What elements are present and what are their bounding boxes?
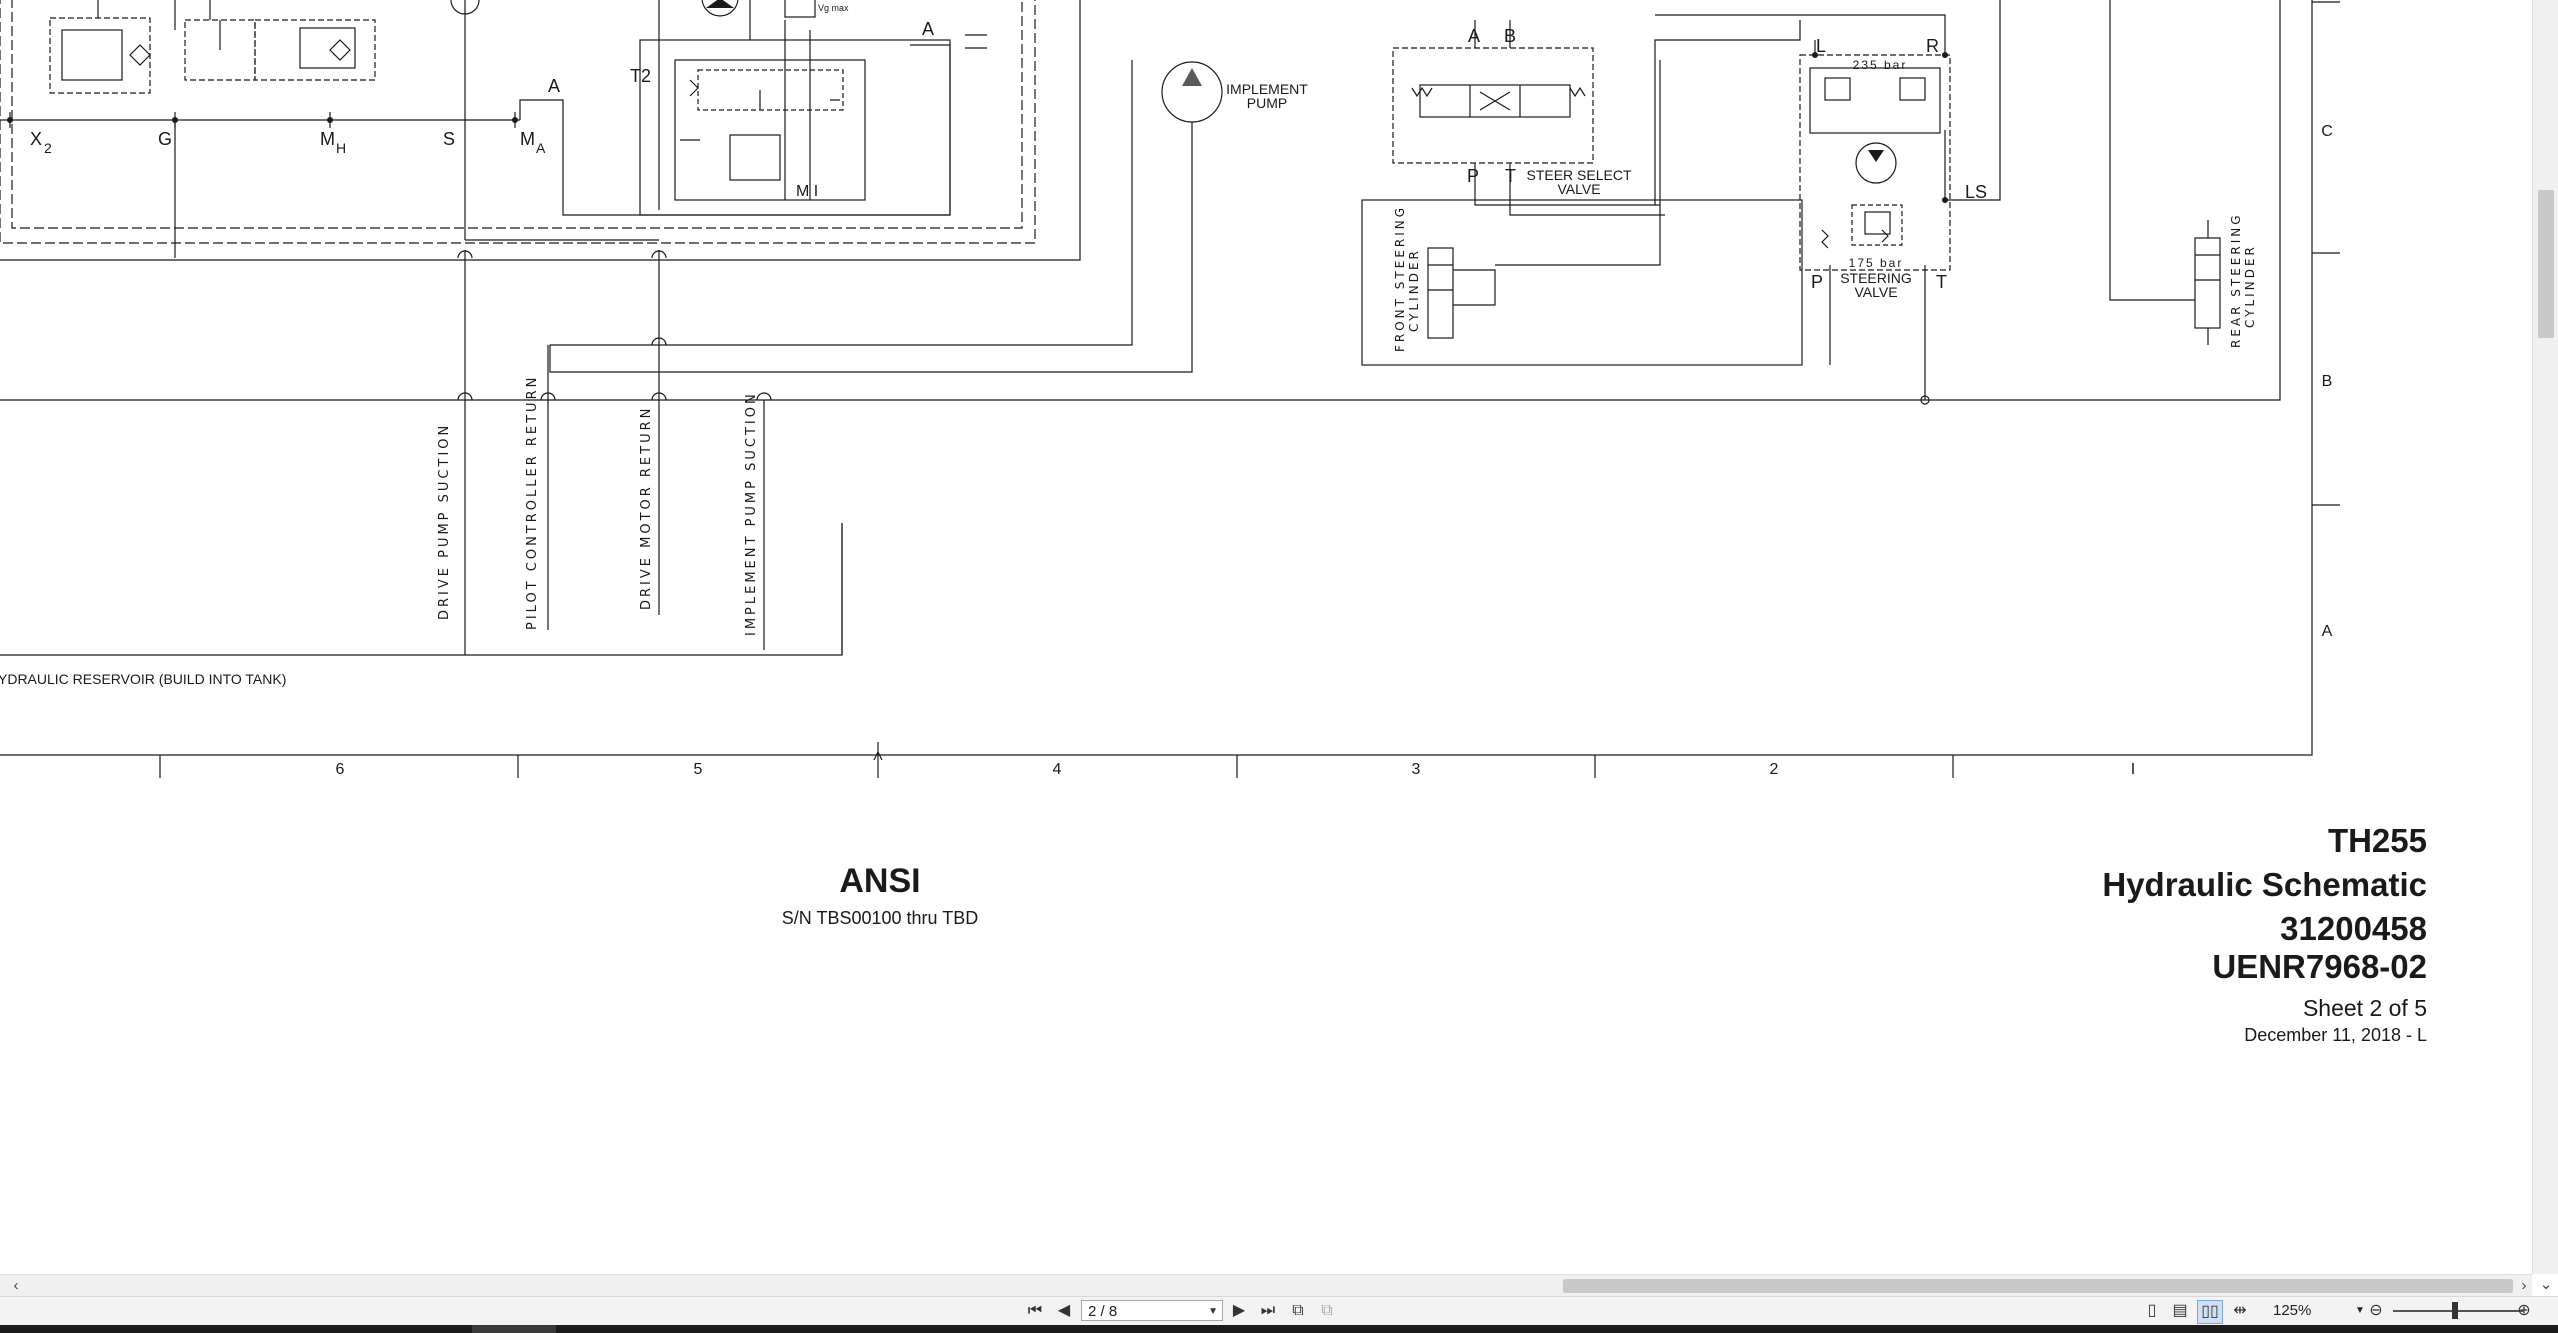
zoom-level-field[interactable]: 125% ▼ [2273, 1300, 2365, 1322]
port-label-g: G [158, 129, 172, 149]
vertical-scrollbar[interactable] [2532, 0, 2558, 1274]
drive-motor-return-label: DRIVE MOTOR RETURN [639, 406, 654, 610]
rear-steering-cylinder-label-1: REAR STEERING [2229, 212, 2243, 348]
zone-row-c: C [2321, 123, 2333, 140]
relief-175-bar: 175 bar [1849, 256, 1904, 270]
zone-col-1: I [2131, 761, 2135, 778]
port-label-a-mid: A [922, 19, 934, 39]
port-label-mh-sub: H [336, 140, 346, 156]
date-label: December 11, 2018 - L [2244, 1025, 2427, 1045]
ansi-title: ANSI [839, 862, 921, 900]
previous-page-icon[interactable]: ◀ [1052, 1300, 1076, 1322]
zoom-in-icon[interactable]: ⊕ [2512, 1300, 2536, 1322]
next-page-icon[interactable]: ▶ [1227, 1300, 1251, 1322]
steer-select-valve-label-2: VALVE [1557, 181, 1600, 197]
steering-port-t: T [1936, 272, 1947, 292]
reservoir-label: YDRAULIC RESERVOIR (BUILD INTO TANK) [0, 671, 286, 687]
zoom-slider-knob[interactable] [2451, 1302, 2458, 1319]
first-page-icon[interactable]: ⏮ [1023, 1300, 1047, 1322]
zoom-out-icon[interactable]: ⊖ [2364, 1300, 2388, 1322]
copy-pages-icon[interactable]: ⧉ [1286, 1300, 1310, 1322]
steering-port-r: R [1926, 36, 1939, 56]
zoom-slider[interactable] [2393, 1310, 2523, 1312]
continuous-view-icon[interactable]: ▤ [2168, 1300, 2192, 1322]
drawing-title: Hydraulic Schematic [2102, 866, 2427, 903]
scroll-left-icon[interactable]: ‹ [6, 1275, 26, 1297]
steering-port-p: P [1811, 272, 1823, 292]
vg-max-label: Vg max [818, 3, 849, 13]
zone-col-5: 5 [694, 761, 703, 778]
port-label-ma-sub: A [536, 140, 546, 156]
port-label-s: S [443, 129, 455, 149]
page-number-text: 2 / 8 [1088, 1303, 1118, 1320]
steer-port-t: T [1505, 166, 1516, 186]
zoom-level-text: 125% [2273, 1302, 2312, 1319]
zone-col-4: 4 [1053, 761, 1062, 778]
sheet-label: Sheet 2 of 5 [2302, 995, 2427, 1021]
page-number-field[interactable]: 2 / 8 ▼ [1081, 1300, 1223, 1321]
zone-col-2: 2 [1770, 761, 1779, 778]
port-label-mi: M I [796, 183, 818, 200]
hydraulic-schematic: X 2 G M H S M A A T2 A M I Vg max IMPLEM… [0, 0, 2340, 778]
steer-port-a: A [1468, 26, 1480, 46]
doc-number: UENR7968-02 [2212, 948, 2427, 985]
front-steering-cylinder-label-2: CYLINDER [1407, 248, 1421, 332]
port-label-x2-sub: 2 [44, 140, 52, 156]
port-label-x2: X [30, 129, 42, 149]
scroll-down-icon[interactable]: ⌄ [2536, 1274, 2556, 1296]
front-steering-cylinder-label-1: FRONT STEERING [1393, 205, 1407, 352]
rear-steering-cylinder-label-2: CYLINDER [2243, 244, 2257, 328]
horizontal-scroll-thumb[interactable] [1563, 1279, 2513, 1293]
steering-port-l: L [1816, 36, 1826, 56]
pilot-controller-return-label: PILOT CONTROLLER RETURN [525, 375, 540, 630]
steering-port-ls: LS [1965, 182, 1987, 202]
zone-col-3: 3 [1412, 761, 1421, 778]
vertical-scroll-thumb[interactable] [2538, 190, 2554, 338]
implement-pump-label-2: PUMP [1247, 95, 1287, 111]
implement-pump-suction-label: IMPLEMENT PUMP SUCTION [744, 391, 759, 636]
serial-range: S/N TBS00100 thru TBD [781, 908, 979, 928]
horizontal-scrollbar[interactable]: ‹ › [0, 1274, 2532, 1297]
document-viewport[interactable]: X 2 G M H S M A A T2 A M I Vg max IMPLEM… [0, 0, 2532, 1274]
last-page-icon[interactable]: ⏭ [1256, 1300, 1280, 1322]
scroll-right-icon[interactable]: › [2514, 1275, 2534, 1297]
zone-col-6: 6 [336, 761, 345, 778]
steering-valve-label-2: VALVE [1854, 284, 1897, 300]
paste-pages-icon[interactable]: ⧉ [1315, 1300, 1339, 1322]
relief-235-bar: 235 bar [1853, 58, 1908, 72]
taskbar-edge-highlight [472, 1325, 556, 1333]
two-page-view-icon[interactable]: ▯▯ [2197, 1300, 2223, 1324]
port-label-t2: T2 [630, 66, 651, 86]
bottom-toolbar: ⏮ ◀ 2 / 8 ▼ ▶ ⏭ ⧉ ⧉ ▯ ▤ ▯▯ ⇹ 125% ▼ ⊖ ⊕ [0, 1296, 2558, 1326]
port-label-a-left: A [548, 76, 560, 96]
port-label-ma: M [520, 129, 535, 149]
fit-width-icon[interactable]: ⇹ [2228, 1300, 2252, 1322]
part-number: 31200458 [2280, 910, 2427, 947]
taskbar-edge [0, 1325, 2558, 1333]
drive-pump-suction-label: DRIVE PUMP SUCTION [437, 423, 452, 620]
zone-row-b: B [2322, 373, 2333, 390]
steer-port-p: P [1467, 166, 1479, 186]
steer-port-b: B [1504, 26, 1516, 46]
zone-row-a: A [2322, 623, 2333, 640]
page-dropdown-icon[interactable]: ▼ [1208, 1301, 1218, 1322]
single-page-view-icon[interactable]: ▯ [2140, 1300, 2164, 1322]
model-title: TH255 [2327, 822, 2427, 859]
port-label-mh: M [320, 129, 335, 149]
